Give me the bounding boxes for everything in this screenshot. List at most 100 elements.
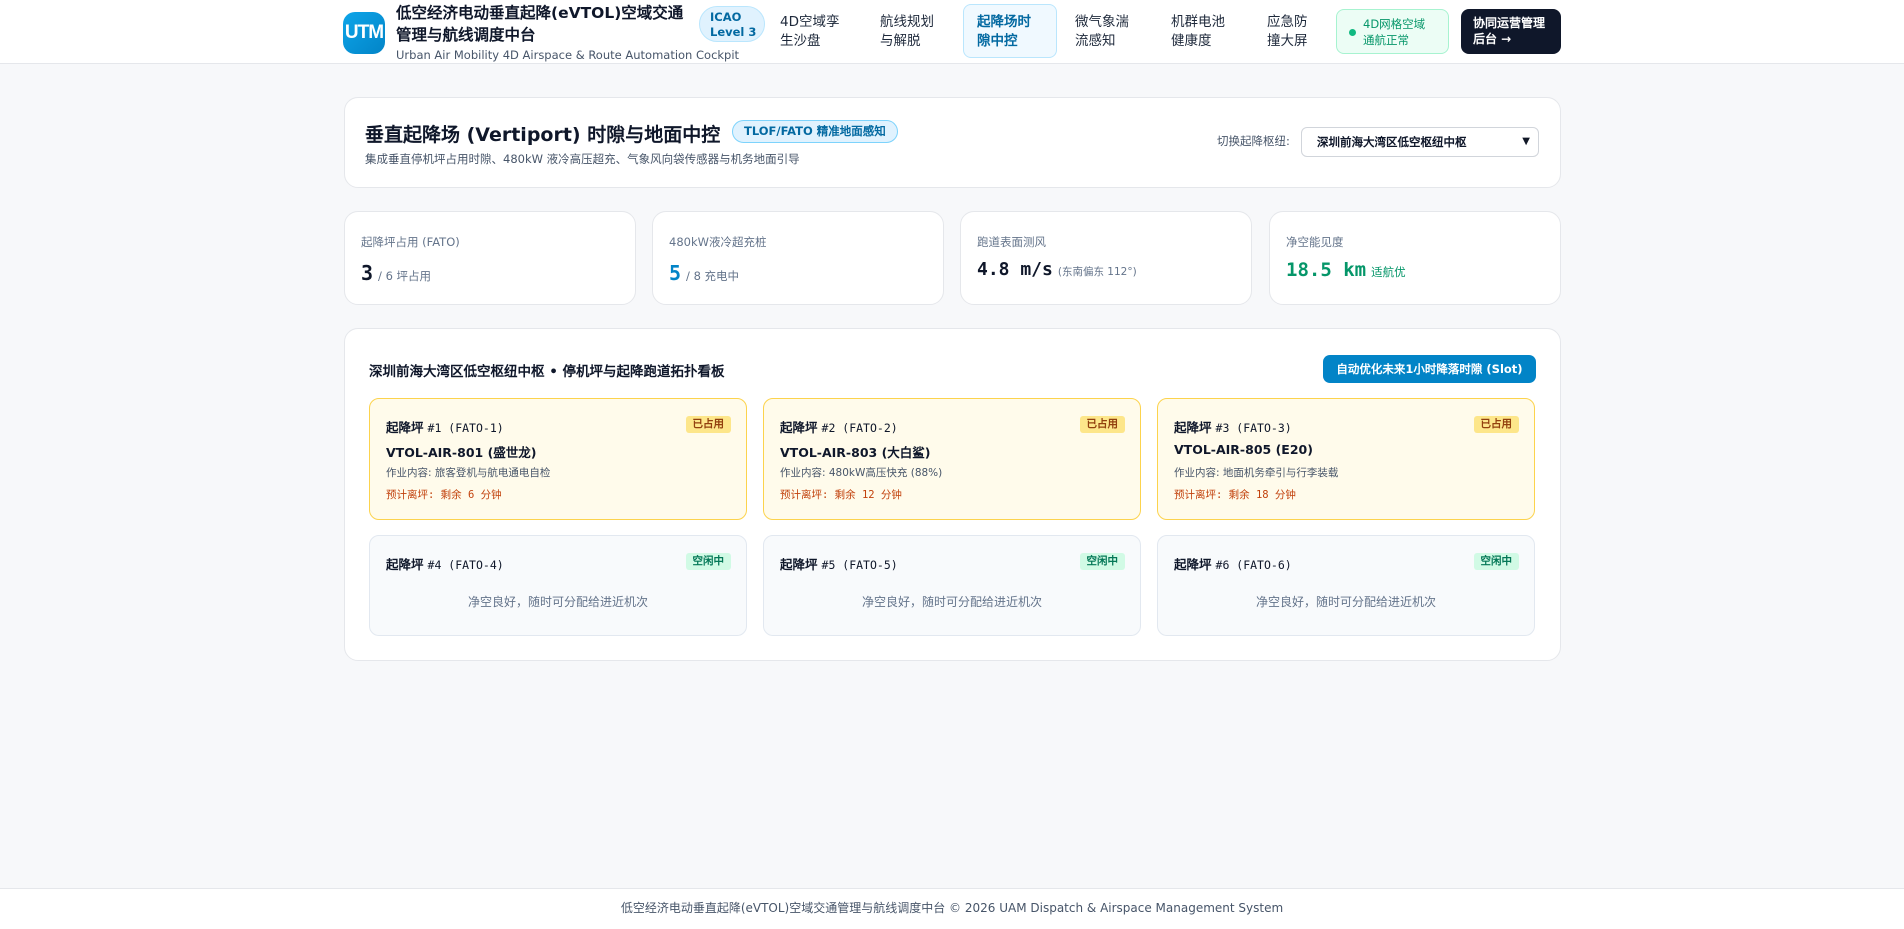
pad-free-note: 净空良好，随时可分配给进近机次 xyxy=(861,595,1042,609)
stat-value: 4.8 m/s xyxy=(977,259,1053,280)
status-badge: 空闲中 xyxy=(685,553,731,570)
pad-topology-board: 深圳前海大湾区低空枢纽中枢 • 停机坪与起降跑道拓扑看板 自动优化未来1小时降落… xyxy=(344,328,1561,661)
stat-label: 净空能见度 xyxy=(1286,235,1344,249)
pad-card-fato-1[interactable]: 起降坪 #1 (FATO-1) 已占用 VTOL-AIR-801 (盛世龙) 作业… xyxy=(369,398,747,520)
pad-title: 起降坪 #1 (FATO-1) xyxy=(386,417,504,436)
stat-card-fato-occupancy: 起降坪占用 (FATO) 3 / 6 坪占用 xyxy=(344,211,636,305)
nav-label: 机群电池 xyxy=(1171,14,1225,30)
pad-name: 起降坪 xyxy=(386,557,424,572)
pad-title: 起降坪 #6 (FATO-6) xyxy=(1174,554,1292,573)
hub-select-value: 深圳前海大湾区低空枢纽中枢 xyxy=(1317,135,1467,149)
nav-vertiport-slot-control[interactable]: 起降场时 隙中控 xyxy=(963,4,1057,58)
admin-line2: 后台 → xyxy=(1473,32,1512,46)
pad-card-fato-4[interactable]: 起降坪 #4 (FATO-4) 空闲中 净空良好，随时可分配给进近机次 xyxy=(369,535,747,636)
pad-title: 起降坪 #2 (FATO-2) xyxy=(780,417,898,436)
status-badge: 已占用 xyxy=(1473,416,1519,433)
nav-label: 航线规划 xyxy=(880,14,934,30)
pad-code: #4 (FATO-4) xyxy=(427,558,504,572)
utm-logo: UTM xyxy=(343,12,385,54)
nav-4d-airspace-sandbox[interactable]: 4D空域孪 生沙盘 xyxy=(766,4,854,58)
nav-route-planning[interactable]: 航线规划 与解脱 xyxy=(866,4,954,58)
icao-line1: ICAO xyxy=(710,10,742,24)
pad-card-fato-2[interactable]: 起降坪 #2 (FATO-2) 已占用 VTOL-AIR-803 (大白鲨) 作业… xyxy=(763,398,1141,520)
vertiport-title-panel: 垂直起降场 (Vertiport) 时隙与地面中控 TLOF/FATO 精准地面… xyxy=(344,97,1561,188)
status-badge: 空闲中 xyxy=(1079,553,1125,570)
stat-value: 18.5 km xyxy=(1286,259,1367,281)
nav-label: 隙中控 xyxy=(977,33,1018,49)
stat-card-surface-wind: 跑道表面测风 4.8 m/s (东南偏东 112°) xyxy=(960,211,1252,305)
status-badge: 已占用 xyxy=(1079,416,1125,433)
pad-free-note: 净空良好，随时可分配给进近机次 xyxy=(467,595,648,609)
nav-micro-weather[interactable]: 微气象湍 流感知 xyxy=(1061,4,1149,58)
app-subtitle: Urban Air Mobility 4D Airspace & Route A… xyxy=(396,48,740,62)
tlof-fato-badge: TLOF/FATO 精准地面感知 xyxy=(732,120,898,143)
pad-eta: 预计离坪: 剩余 6 分钟 xyxy=(386,489,502,501)
nav-label: 流感知 xyxy=(1075,33,1116,49)
pad-code: #2 (FATO-2) xyxy=(821,421,898,435)
page-footer: 低空经济电动垂直起降(eVTOL)空域交通管理与航线调度中台 © 2026 UA… xyxy=(0,888,1904,929)
pad-free-note: 净空良好，随时可分配给进近机次 xyxy=(1255,595,1436,609)
stat-label: 480kW液冷超充桩 xyxy=(669,235,767,249)
pad-code: #6 (FATO-6) xyxy=(1215,558,1292,572)
nav-label: 生沙盘 xyxy=(780,33,821,49)
status-dot-icon xyxy=(1349,29,1356,36)
pad-eta: 预计离坪: 剩余 12 分钟 xyxy=(780,489,902,501)
pad-code: #1 (FATO-1) xyxy=(427,421,504,435)
chevron-down-icon: ▼ xyxy=(1522,136,1530,147)
pad-name: 起降坪 xyxy=(780,420,818,435)
pad-code: #5 (FATO-5) xyxy=(821,558,898,572)
stat-value-row: 4.8 m/s (东南偏东 112°) xyxy=(977,259,1137,280)
stat-card-visibility: 净空能见度 18.5 km 适航优 xyxy=(1269,211,1561,305)
auto-optimize-slot-button[interactable]: 自动优化未来1小时降落时隙 (Slot) xyxy=(1323,355,1536,383)
pad-task: 作业内容: 地面机务牵引与行李装载 xyxy=(1174,467,1339,479)
pad-name: 起降坪 xyxy=(1174,420,1212,435)
stat-label: 起降坪占用 (FATO) xyxy=(361,235,460,249)
ops-admin-button[interactable]: 协同运营管理 后台 → xyxy=(1461,9,1561,54)
aircraft-id: VTOL-AIR-803 (大白鲨) xyxy=(780,445,931,460)
pad-title: 起降坪 #3 (FATO-3) xyxy=(1174,417,1292,436)
nav-label: 起降场时 xyxy=(977,14,1031,30)
status-badge: 空闲中 xyxy=(1473,553,1519,570)
icao-line2: Level 3 xyxy=(710,25,757,39)
stat-value-row: 5 / 8 充电中 xyxy=(669,261,739,285)
stat-unit: / 6 坪占用 xyxy=(378,269,432,283)
nav-label: 微气象湍 xyxy=(1075,14,1129,30)
nav-label: 与解脱 xyxy=(880,33,921,49)
pad-name: 起降坪 xyxy=(780,557,818,572)
pad-card-fato-5[interactable]: 起降坪 #5 (FATO-5) 空闲中 净空良好，随时可分配给进近机次 xyxy=(763,535,1141,636)
pad-title: 起降坪 #4 (FATO-4) xyxy=(386,554,504,573)
nav-label: 撞大屏 xyxy=(1267,33,1308,49)
hub-select[interactable]: 深圳前海大湾区低空枢纽中枢 ▼ xyxy=(1301,127,1539,157)
pad-task: 作业内容: 旅客登机与航电通电自检 xyxy=(386,467,551,479)
aircraft-id: VTOL-AIR-805 (E20) xyxy=(1174,442,1313,457)
page-title: 垂直起降场 (Vertiport) 时隙与地面中控 xyxy=(365,124,721,146)
stat-unit: (东南偏东 112°) xyxy=(1057,266,1137,278)
hub-select-label: 切换起降枢纽: xyxy=(1217,134,1290,148)
pad-title: 起降坪 #5 (FATO-5) xyxy=(780,554,898,573)
pad-eta: 预计离坪: 剩余 18 分钟 xyxy=(1174,489,1296,501)
board-title: 深圳前海大湾区低空枢纽中枢 • 停机坪与起降跑道拓扑看板 xyxy=(369,364,725,380)
page-description: 集成垂直停机坪占用时隙、480kW 液冷高压超充、气象风向袋传感器与机务地面引导 xyxy=(365,152,800,166)
pad-card-fato-3[interactable]: 起降坪 #3 (FATO-3) 已占用 VTOL-AIR-805 (E20) 作业… xyxy=(1157,398,1535,520)
aircraft-id: VTOL-AIR-801 (盛世龙) xyxy=(386,445,537,460)
status-line2: 通航正常 xyxy=(1363,33,1409,47)
admin-line1: 协同运营管理 xyxy=(1473,16,1546,30)
pad-card-fato-6[interactable]: 起降坪 #6 (FATO-6) 空闲中 净空良好，随时可分配给进近机次 xyxy=(1157,535,1535,636)
stat-value-row: 3 / 6 坪占用 xyxy=(361,261,431,285)
app-title: 低空经济电动垂直起降(eVTOL)空域交通管理与航线调度中台 xyxy=(396,4,684,44)
pad-code: #3 (FATO-3) xyxy=(1215,421,1292,435)
status-line1: 4D网格空域 xyxy=(1363,17,1426,31)
nav-fleet-battery[interactable]: 机群电池 健康度 xyxy=(1157,4,1245,58)
pad-task: 作业内容: 480kW高压快充 (88%) xyxy=(780,467,943,479)
stat-label: 跑道表面测风 xyxy=(977,235,1046,249)
stat-card-charger: 480kW液冷超充桩 5 / 8 充电中 xyxy=(652,211,944,305)
icao-level-badge: ICAO Level 3 xyxy=(699,6,765,42)
nav-label: 应急防 xyxy=(1267,14,1308,30)
nav-emergency-collision[interactable]: 应急防 撞大屏 xyxy=(1253,4,1333,58)
stat-value-row: 18.5 km 适航优 xyxy=(1286,259,1406,281)
airspace-status-badge: 4D网格空域 通航正常 xyxy=(1336,9,1449,54)
top-header: UTM 低空经济电动垂直起降(eVTOL)空域交通管理与航线调度中台 Urban… xyxy=(0,0,1904,64)
pad-name: 起降坪 xyxy=(1174,557,1212,572)
stat-unit: / 8 充电中 xyxy=(686,269,740,283)
stat-value: 5 xyxy=(669,261,682,285)
